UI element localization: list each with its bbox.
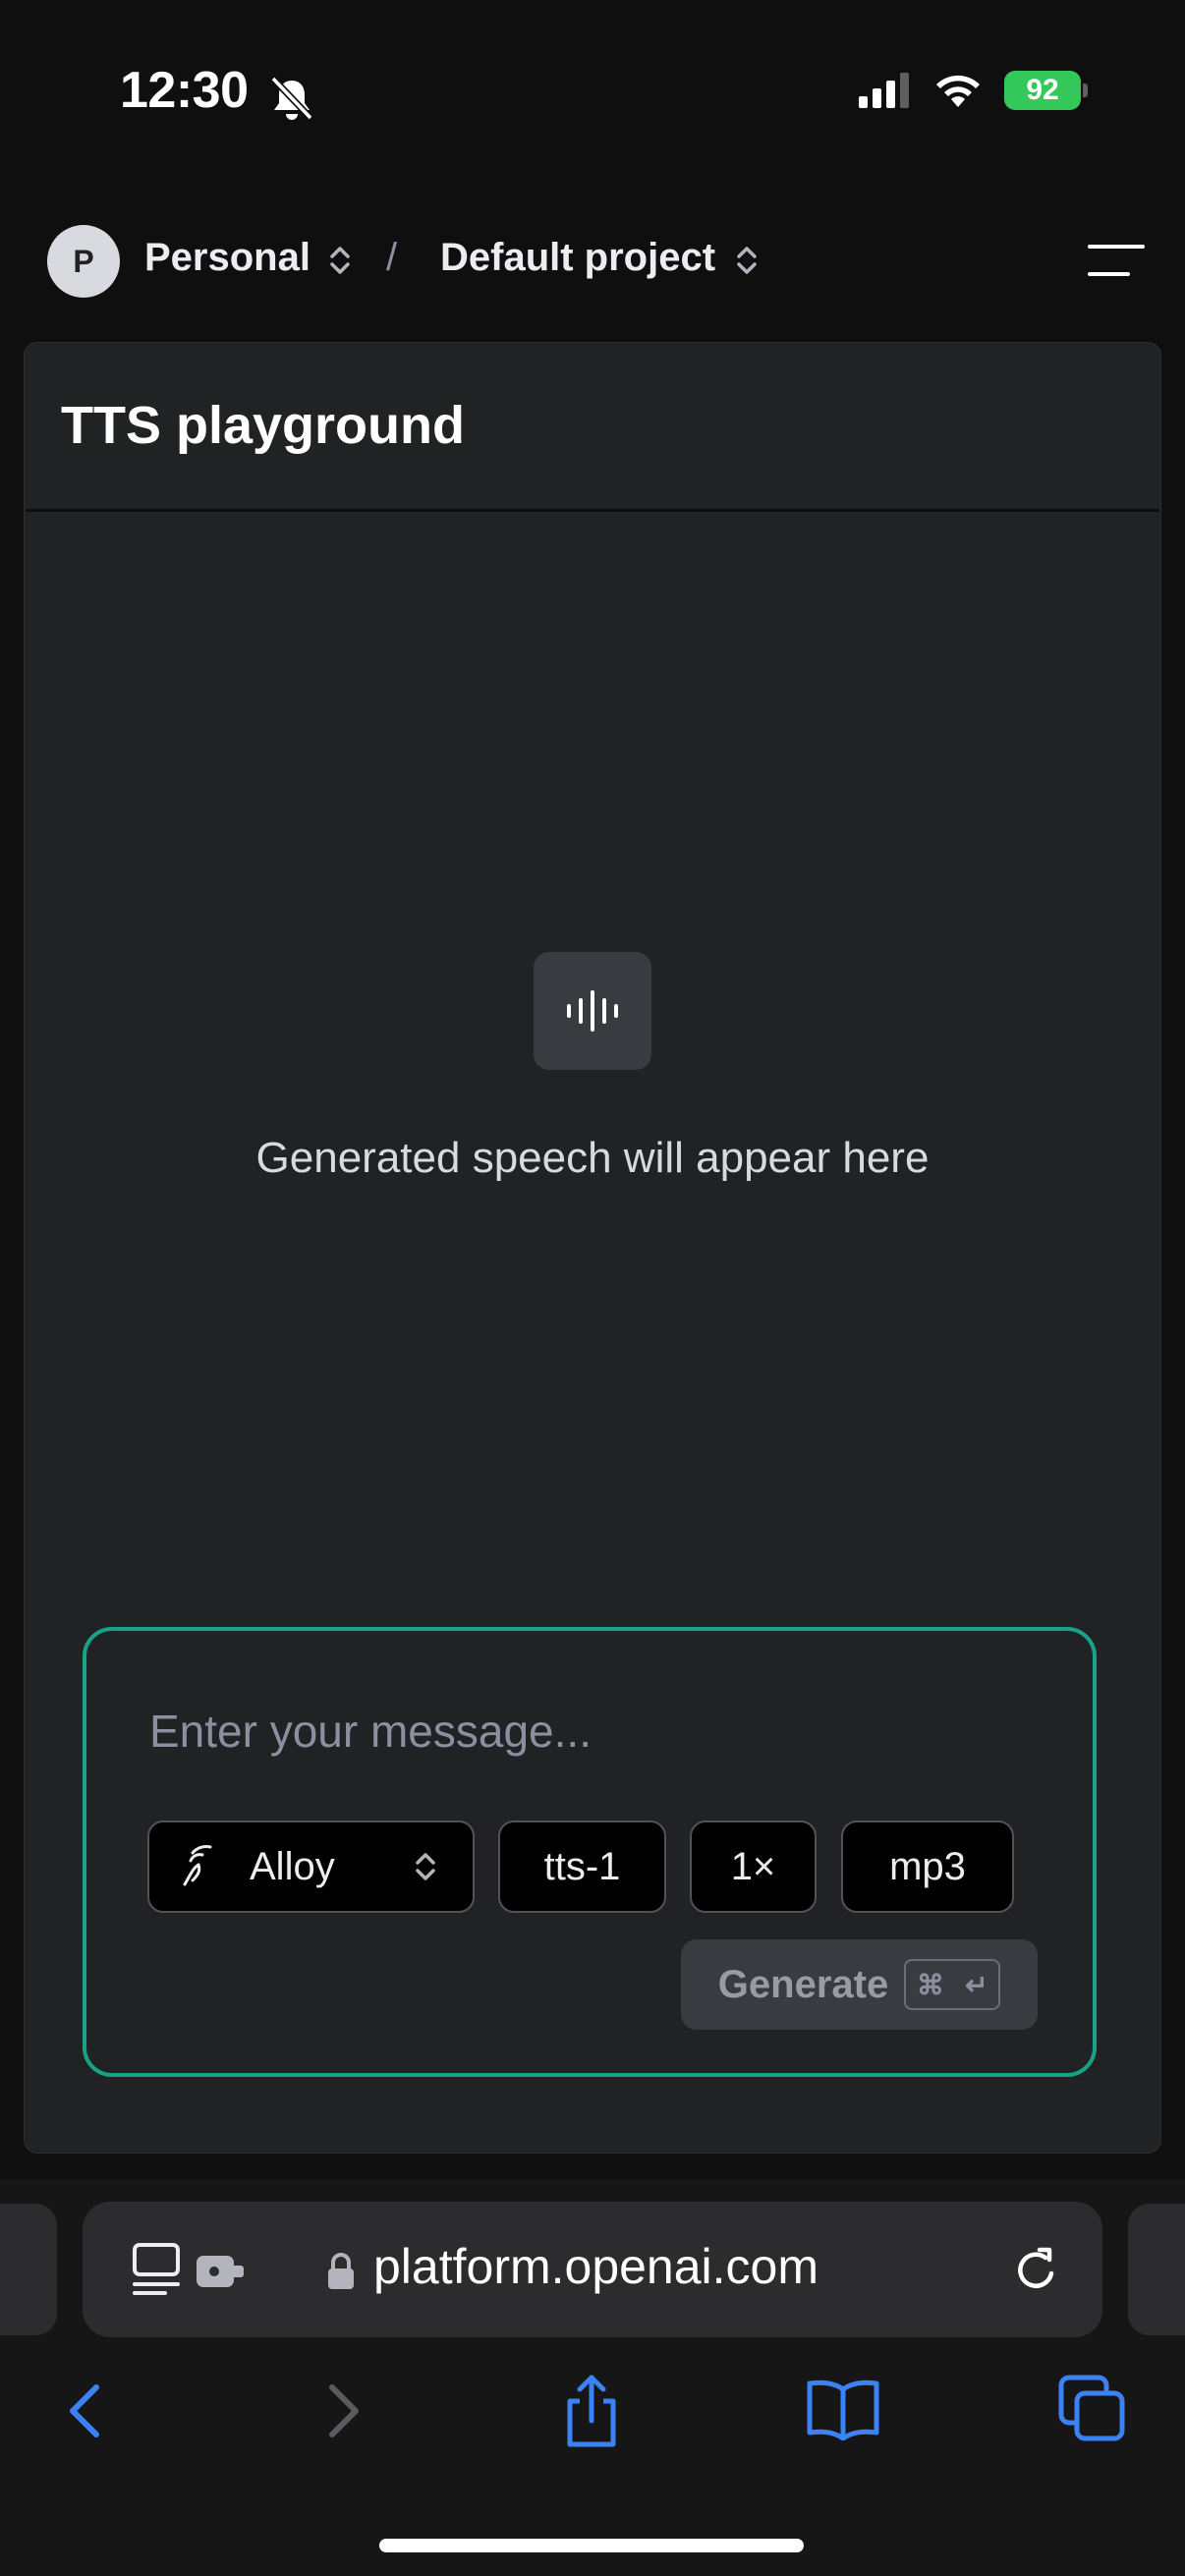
bookmarks-icon[interactable]	[806, 2378, 880, 2440]
generate-button[interactable]: Generate ⌘ ↵	[681, 1939, 1038, 2030]
extension-icon[interactable]	[195, 2252, 246, 2289]
enter-key-icon: ↵	[965, 1969, 988, 2000]
menu-icon[interactable]	[1087, 241, 1146, 280]
chevron-updown-icon[interactable]	[735, 243, 759, 278]
voice-label: Alloy	[250, 1844, 335, 1888]
url-text[interactable]: platform.openai.com	[373, 2238, 818, 2295]
waveform-tile	[534, 952, 651, 1070]
tabs-icon[interactable]	[1057, 2374, 1128, 2444]
project-selector[interactable]: Default project	[440, 236, 715, 280]
speed-select[interactable]: 1×	[690, 1820, 817, 1913]
forward-icon[interactable]	[324, 2381, 364, 2440]
shortcut-hint: ⌘ ↵	[904, 1959, 1001, 2010]
battery-icon: 92	[1004, 71, 1088, 110]
next-tab-peek[interactable]	[1128, 2204, 1185, 2335]
lock-icon	[328, 2253, 354, 2289]
empty-state-text: Generated speech will appear here	[255, 1134, 930, 1182]
org-selector[interactable]: Personal	[144, 236, 310, 280]
voice-select[interactable]: Alloy	[147, 1820, 475, 1913]
battery-level: 92	[1026, 74, 1059, 106]
command-key-icon: ⌘	[916, 1969, 944, 2000]
reload-icon[interactable]	[1012, 2244, 1061, 2295]
avatar[interactable]: P	[47, 225, 120, 298]
chevron-updown-icon[interactable]	[328, 243, 352, 278]
wifi-icon	[936, 75, 980, 107]
previous-tab-peek[interactable]	[0, 2204, 57, 2335]
message-input[interactable]	[147, 1696, 1036, 1766]
breadcrumb-separator: /	[386, 236, 398, 279]
signal-icon	[859, 73, 909, 108]
back-icon[interactable]	[65, 2381, 104, 2440]
model-select[interactable]: tts-1	[498, 1820, 666, 1913]
page-title: TTS playground	[61, 396, 465, 455]
voice-icon	[183, 1845, 212, 1886]
home-indicator	[379, 2539, 804, 2552]
reader-mode-icon[interactable]	[132, 2242, 181, 2297]
divider	[26, 509, 1159, 512]
format-select[interactable]: mp3	[841, 1820, 1014, 1913]
generate-label: Generate	[717, 1962, 889, 2006]
bell-slash-icon	[270, 76, 313, 121]
share-icon[interactable]	[560, 2372, 623, 2450]
chevron-updown-icon	[416, 1853, 435, 1880]
status-time: 12:30	[120, 62, 249, 119]
waveform-icon	[567, 990, 618, 1032]
status-indicators: 92	[859, 71, 1088, 110]
